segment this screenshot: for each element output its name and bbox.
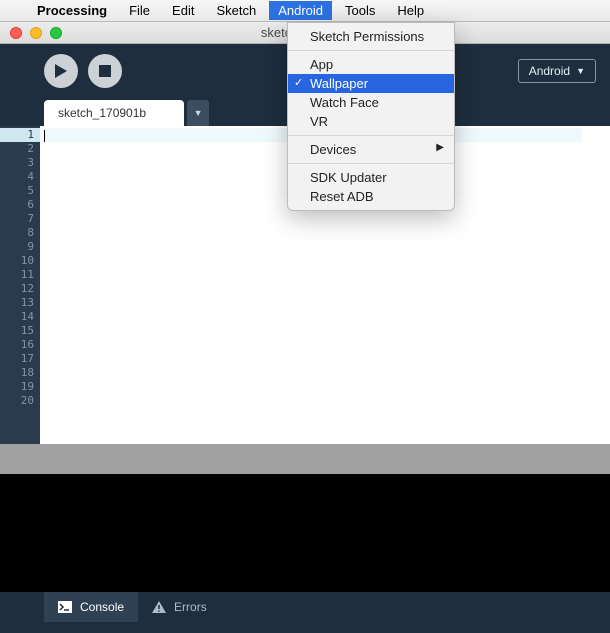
code-line[interactable] bbox=[44, 226, 582, 240]
sketch-tab[interactable]: sketch_170901b bbox=[44, 100, 184, 126]
code-line[interactable] bbox=[44, 366, 582, 380]
line-number: 10 bbox=[0, 254, 34, 268]
menu-item-watch-face[interactable]: Watch Face bbox=[288, 93, 454, 112]
line-number: 19 bbox=[0, 380, 34, 394]
menu-separator bbox=[288, 50, 454, 51]
line-number: 2 bbox=[0, 142, 34, 156]
menu-item-devices[interactable]: Devices▶ bbox=[288, 140, 454, 159]
mode-selector[interactable]: Android ▼ bbox=[518, 59, 596, 83]
mac-menubar: Processing File Edit Sketch Android Tool… bbox=[0, 0, 610, 22]
line-number: 7 bbox=[0, 212, 34, 226]
split-handle[interactable] bbox=[0, 444, 610, 474]
code-line[interactable] bbox=[44, 296, 582, 310]
line-number: 4 bbox=[0, 170, 34, 184]
code-line[interactable] bbox=[44, 380, 582, 394]
line-number: 8 bbox=[0, 226, 34, 240]
line-number: 12 bbox=[0, 282, 34, 296]
line-number: 20 bbox=[0, 394, 34, 408]
code-line[interactable] bbox=[44, 282, 582, 296]
menu-item-sketch-permissions[interactable]: Sketch Permissions bbox=[288, 27, 454, 46]
close-window-button[interactable] bbox=[10, 27, 22, 39]
code-line[interactable] bbox=[44, 254, 582, 268]
menu-help[interactable]: Help bbox=[388, 1, 433, 20]
menu-sketch[interactable]: Sketch bbox=[207, 1, 265, 20]
play-icon bbox=[55, 64, 67, 78]
line-number: 13 bbox=[0, 296, 34, 310]
line-number: 16 bbox=[0, 338, 34, 352]
tab-errors[interactable]: Errors bbox=[138, 592, 221, 622]
menu-android[interactable]: Android bbox=[269, 1, 332, 20]
menu-item-reset-adb[interactable]: Reset ADB bbox=[288, 187, 454, 206]
code-line[interactable] bbox=[44, 268, 582, 282]
line-number: 14 bbox=[0, 310, 34, 324]
menu-item-app[interactable]: App bbox=[288, 55, 454, 74]
line-gutter: 1234567891011121314151617181920 bbox=[0, 126, 40, 444]
console-output bbox=[0, 474, 610, 592]
tab-errors-label: Errors bbox=[174, 600, 207, 614]
menu-item-sdk-updater[interactable]: SDK Updater bbox=[288, 168, 454, 187]
menu-edit[interactable]: Edit bbox=[163, 1, 203, 20]
line-number: 6 bbox=[0, 198, 34, 212]
menu-item-vr[interactable]: VR bbox=[288, 112, 454, 131]
menu-tools[interactable]: Tools bbox=[336, 1, 384, 20]
menu-item-wallpaper[interactable]: Wallpaper bbox=[288, 74, 454, 93]
code-line[interactable] bbox=[44, 352, 582, 366]
code-line[interactable] bbox=[44, 212, 582, 226]
tab-label: sketch_170901b bbox=[58, 106, 146, 120]
menu-app[interactable]: Processing bbox=[28, 1, 116, 20]
menu-separator bbox=[288, 163, 454, 164]
line-number: 9 bbox=[0, 240, 34, 254]
tab-console-label: Console bbox=[80, 600, 124, 614]
bottom-fill bbox=[0, 622, 610, 633]
tab-console[interactable]: Console bbox=[44, 592, 138, 622]
stop-icon bbox=[99, 65, 111, 77]
menu-separator bbox=[288, 135, 454, 136]
chevron-right-icon: ▶ bbox=[436, 142, 444, 153]
warning-icon bbox=[152, 601, 166, 613]
android-menu-dropdown: Sketch Permissions AppWallpaperWatch Face… bbox=[287, 22, 455, 211]
bottom-tabs: Console Errors bbox=[0, 592, 610, 622]
line-number: 17 bbox=[0, 352, 34, 366]
minimize-window-button[interactable] bbox=[30, 27, 42, 39]
code-line[interactable] bbox=[44, 338, 582, 352]
mode-label: Android bbox=[529, 64, 570, 78]
code-line[interactable] bbox=[44, 394, 582, 408]
text-cursor bbox=[44, 130, 45, 142]
stop-button[interactable] bbox=[88, 54, 122, 88]
zoom-window-button[interactable] bbox=[50, 27, 62, 39]
run-button[interactable] bbox=[44, 54, 78, 88]
line-number: 11 bbox=[0, 268, 34, 282]
chevron-down-icon: ▼ bbox=[576, 66, 585, 76]
line-number: 1 bbox=[0, 128, 40, 142]
line-number: 15 bbox=[0, 324, 34, 338]
traffic-lights bbox=[0, 27, 62, 39]
code-line[interactable] bbox=[44, 240, 582, 254]
line-number: 18 bbox=[0, 366, 34, 380]
console-icon bbox=[58, 601, 72, 613]
code-line[interactable] bbox=[44, 324, 582, 338]
chevron-down-icon: ▼ bbox=[194, 108, 203, 118]
code-line[interactable] bbox=[44, 310, 582, 324]
line-number: 5 bbox=[0, 184, 34, 198]
line-number: 3 bbox=[0, 156, 34, 170]
menu-file[interactable]: File bbox=[120, 1, 159, 20]
tab-menu-button[interactable]: ▼ bbox=[187, 100, 209, 126]
